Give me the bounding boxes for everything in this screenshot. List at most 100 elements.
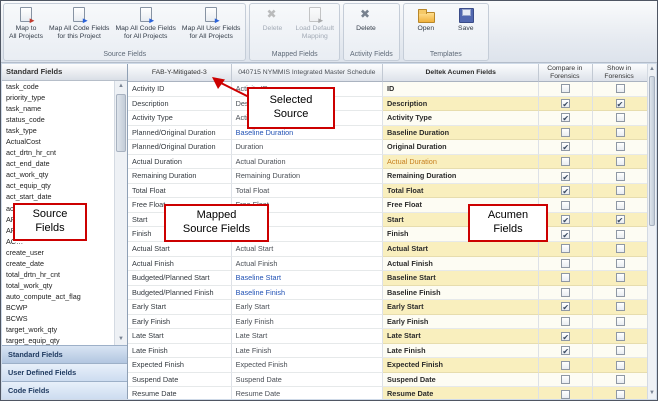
- show-checkbox[interactable]: [616, 215, 625, 224]
- mapped-field-cell[interactable]: Baseline Finish: [232, 286, 383, 301]
- show-checkbox[interactable]: [616, 172, 625, 181]
- grid-scroll-up-icon[interactable]: ▲: [648, 64, 656, 75]
- mapped-source-header[interactable]: 040715 NYMMIS Integrated Master Schedule: [232, 64, 383, 82]
- compare-checkbox[interactable]: [561, 288, 570, 297]
- scroll-down-icon[interactable]: ▼: [115, 334, 127, 345]
- mapped-field-cell[interactable]: Duration: [232, 140, 383, 155]
- compare-checkbox[interactable]: [561, 375, 570, 384]
- scroll-up-icon[interactable]: ▲: [115, 81, 127, 92]
- source-field-item[interactable]: task_name: [2, 103, 114, 114]
- selected-source-header[interactable]: FAB-Y-Mitigated-3: [128, 64, 232, 82]
- mapped-field-cell[interactable]: Remaining Duration: [232, 169, 383, 184]
- show-checkbox[interactable]: [616, 201, 625, 210]
- source-field-item[interactable]: task_code: [2, 81, 114, 92]
- source-field-item[interactable]: target_work_qty: [2, 324, 114, 335]
- show-checkbox[interactable]: [616, 113, 625, 122]
- compare-checkbox[interactable]: [561, 113, 570, 122]
- source-field-item[interactable]: priority_type: [2, 92, 114, 103]
- mapped-field-cell[interactable]: Baseline Start: [232, 271, 383, 286]
- delete-mapped-button[interactable]: Delete: [252, 5, 292, 50]
- source-field-item[interactable]: target_equip_qty: [2, 335, 114, 345]
- mapped-field-cell[interactable]: Total Float: [232, 184, 383, 199]
- mapped-field-cell[interactable]: Late Finish: [232, 344, 383, 359]
- source-field-item[interactable]: status_code: [2, 114, 114, 125]
- show-checkbox[interactable]: [616, 142, 625, 151]
- show-checkbox[interactable]: [616, 288, 625, 297]
- show-checkbox[interactable]: [616, 317, 625, 326]
- compare-checkbox[interactable]: [561, 99, 570, 108]
- source-field-item[interactable]: auto_compute_act_flag: [2, 291, 114, 302]
- source-field-item[interactable]: BCWS: [2, 313, 114, 324]
- show-checkbox[interactable]: [616, 259, 625, 268]
- compare-checkbox[interactable]: [561, 128, 570, 137]
- mapped-field-cell[interactable]: Actual Duration: [232, 155, 383, 170]
- show-checkbox[interactable]: [616, 375, 625, 384]
- compare-checkbox[interactable]: [561, 259, 570, 268]
- delete-activity-field-button[interactable]: Delete: [346, 5, 386, 50]
- mapped-field-cell[interactable]: Early Start: [232, 300, 383, 315]
- compare-checkbox[interactable]: [561, 142, 570, 151]
- source-field-item[interactable]: BCWP: [2, 302, 114, 313]
- compare-checkbox[interactable]: [561, 84, 570, 93]
- source-field-item[interactable]: create_date: [2, 258, 114, 269]
- show-checkbox[interactable]: [616, 84, 625, 93]
- mapped-field-cell[interactable]: Early Finish: [232, 315, 383, 330]
- fields-scrollbar[interactable]: ▲ ▼: [114, 81, 127, 345]
- source-field-item[interactable]: act_end_date: [2, 158, 114, 169]
- show-checkbox[interactable]: [616, 390, 625, 399]
- show-checkbox[interactable]: [616, 128, 625, 137]
- show-checkbox[interactable]: [616, 346, 625, 355]
- compare-checkbox[interactable]: [561, 273, 570, 282]
- panel-nav-user-defined-fields[interactable]: User Defined Fields: [2, 363, 127, 381]
- source-field-item[interactable]: act_equip_qty: [2, 180, 114, 191]
- show-checkbox[interactable]: [616, 230, 625, 239]
- compare-checkbox[interactable]: [561, 361, 570, 370]
- compare-checkbox[interactable]: [561, 332, 570, 341]
- compare-checkbox[interactable]: [561, 157, 570, 166]
- mapped-field-cell[interactable]: Actual Start: [232, 242, 383, 257]
- mapped-field-cell[interactable]: Expected Finish: [232, 358, 383, 373]
- grid-scroll-down-icon[interactable]: ▼: [648, 388, 656, 399]
- show-checkbox[interactable]: [616, 302, 625, 311]
- show-checkbox[interactable]: [616, 361, 625, 370]
- compare-checkbox[interactable]: [561, 244, 570, 253]
- show-checkbox[interactable]: [616, 332, 625, 341]
- mapped-field-cell[interactable]: Suspend Date: [232, 373, 383, 388]
- compare-checkbox[interactable]: [561, 390, 570, 399]
- source-field-item[interactable]: act_drtn_hr_cnt: [2, 147, 114, 158]
- map-all-code-fields-all-projects-button[interactable]: Map All Code Fieldsfor All Projects: [112, 5, 178, 50]
- map-all-user-fields-all-projects-button[interactable]: Map All User Fieldsfor All Projects: [179, 5, 244, 50]
- source-field-item[interactable]: ActualCost: [2, 136, 114, 147]
- compare-checkbox[interactable]: [561, 186, 570, 195]
- compare-checkbox[interactable]: [561, 201, 570, 210]
- load-default-mapping-button[interactable]: Load DefaultMapping: [292, 5, 337, 50]
- compare-checkbox[interactable]: [561, 230, 570, 239]
- show-checkbox[interactable]: [616, 186, 625, 195]
- source-field-item[interactable]: act_work_qty: [2, 169, 114, 180]
- source-field-item[interactable]: create_user: [2, 247, 114, 258]
- compare-checkbox[interactable]: [561, 302, 570, 311]
- mapped-field-cell[interactable]: Resume Date: [232, 387, 383, 399]
- compare-checkbox[interactable]: [561, 317, 570, 326]
- panel-nav-code-fields[interactable]: Code Fields: [2, 381, 127, 399]
- map-all-code-fields-this-project-button[interactable]: Map All Code Fieldsfor this Project: [46, 5, 112, 50]
- scrollbar-thumb[interactable]: [116, 94, 126, 152]
- compare-checkbox[interactable]: [561, 172, 570, 181]
- map-to-all-projects-button[interactable]: Map toAll Projects: [6, 5, 46, 50]
- show-checkbox[interactable]: [616, 157, 625, 166]
- source-field-item[interactable]: act_start_date: [2, 191, 114, 202]
- mapped-field-cell[interactable]: Late Start: [232, 329, 383, 344]
- source-field-item[interactable]: total_drtn_hr_cnt: [2, 269, 114, 280]
- grid-scrollbar-thumb[interactable]: [649, 76, 655, 226]
- save-template-button[interactable]: Save: [446, 5, 486, 50]
- grid-scrollbar[interactable]: ▲ ▼: [647, 64, 656, 399]
- mapped-field-cell[interactable]: Actual Finish: [232, 257, 383, 272]
- open-template-button[interactable]: Open: [406, 5, 446, 50]
- show-checkbox[interactable]: [616, 273, 625, 282]
- compare-checkbox[interactable]: [561, 346, 570, 355]
- compare-checkbox[interactable]: [561, 215, 570, 224]
- source-field-item[interactable]: task_type: [2, 125, 114, 136]
- panel-nav-standard-fields[interactable]: Standard Fields: [2, 345, 127, 363]
- show-checkbox[interactable]: [616, 99, 625, 108]
- source-field-item[interactable]: total_work_qty: [2, 280, 114, 291]
